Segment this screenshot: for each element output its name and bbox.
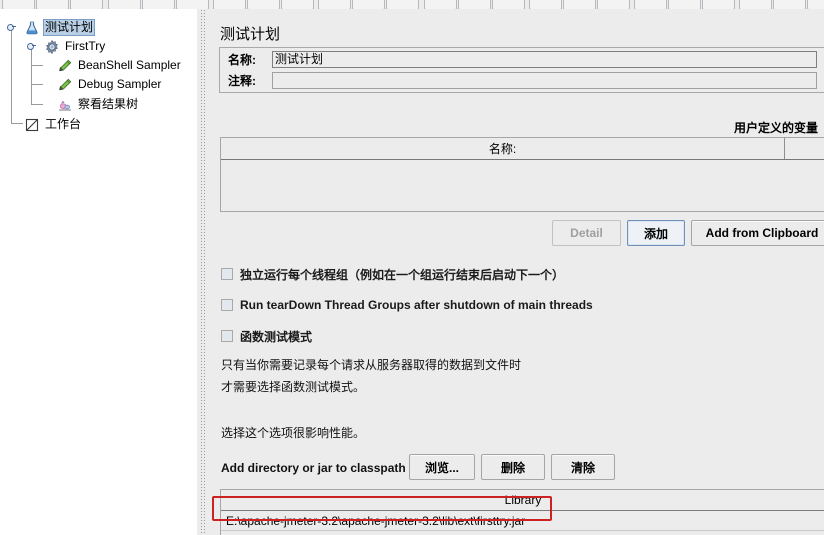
add-from-clipboard-button[interactable]: Add from Clipboard: [691, 220, 824, 246]
browse-button[interactable]: 浏览...: [409, 454, 475, 480]
checkbox-box[interactable]: [221, 268, 233, 280]
library-column-header[interactable]: Library: [221, 490, 824, 511]
tree-node-label: 工作台: [45, 117, 82, 131]
table-header-value[interactable]: [785, 138, 824, 159]
checkbox-label: Run tearDown Thread Groups after shutdow…: [240, 298, 593, 312]
add-button[interactable]: 添加: [627, 220, 685, 246]
tree-node-test-plan[interactable]: 测试计划: [24, 18, 96, 37]
tree-node-label: 测试计划: [43, 19, 96, 36]
help-line-4: 选择这个选项很影响性能。: [221, 426, 366, 440]
sampler-icon: [57, 77, 73, 93]
name-label: 名称:: [228, 53, 256, 67]
tree-node-label: 察看结果树: [78, 97, 139, 111]
tree-node-workbench[interactable]: 工作台: [24, 115, 83, 134]
comment-row: 注释:: [220, 70, 822, 91]
tree-node-label: FirstTry: [65, 39, 106, 53]
library-row[interactable]: E:\apache-jmeter-3.2\apache-jmeter-3.2\l…: [221, 511, 824, 531]
tree-connector: [11, 25, 12, 123]
sampler-icon: [57, 58, 73, 74]
detail-button[interactable]: Detail: [552, 220, 621, 246]
test-plan-icon: [24, 20, 40, 36]
name-input[interactable]: [272, 51, 817, 68]
comment-label: 注释:: [228, 74, 256, 88]
jmeter-window: 测试计划 FirstTry BeanShell Sampler Debug Sa…: [0, 0, 824, 535]
comment-input[interactable]: [272, 72, 817, 89]
tree-expand-handle-root[interactable]: [7, 22, 16, 31]
checkbox-functional-test-mode[interactable]: 函数测试模式: [221, 328, 312, 344]
test-plan-config-panel: 测试计划 名称: 注释: 用户定义的变量 名称: Detail 添加 Add f…: [209, 9, 824, 535]
test-plan-tree[interactable]: 测试计划 FirstTry BeanShell Sampler Debug Sa…: [0, 9, 196, 535]
panel-splitter[interactable]: [196, 9, 210, 535]
name-row: 名称:: [220, 49, 822, 70]
checkbox-run-teardown-groups[interactable]: Run tearDown Thread Groups after shutdow…: [221, 297, 593, 313]
user-defined-variables-heading: 用户定义的变量: [733, 121, 818, 135]
checkbox-label: 函数测试模式: [240, 329, 313, 344]
checkbox-box[interactable]: [221, 330, 233, 342]
user-defined-variables-table[interactable]: 名称:: [220, 137, 824, 212]
classpath-library-table[interactable]: Library E:\apache-jmeter-3.2\apache-jmet…: [220, 489, 824, 535]
table-header-row: 名称:: [221, 138, 824, 160]
help-line-1: 只有当你需要记录每个请求从服务器取得的数据到文件时: [221, 358, 522, 372]
tree-connector: [11, 123, 23, 124]
delete-button[interactable]: 删除: [481, 454, 545, 480]
table-body[interactable]: [221, 160, 824, 211]
tree-node-label: Debug Sampler: [78, 77, 162, 91]
tree-connector: [31, 104, 43, 105]
clear-button[interactable]: 清除: [551, 454, 615, 480]
name-comment-group: 名称: 注释:: [219, 47, 824, 93]
tree-node-beanshell-sampler[interactable]: BeanShell Sampler: [57, 56, 183, 75]
workbench-icon: [24, 117, 40, 133]
checkbox-label: 独立运行每个线程组（例如在一个组运行结束后启动下一个）: [240, 267, 565, 282]
tree-node-firsttry[interactable]: FirstTry: [44, 37, 107, 56]
tree-connector: [31, 65, 43, 66]
classpath-label: Add directory or jar to classpath: [221, 461, 406, 475]
view-results-icon: [57, 97, 73, 113]
library-empty-row[interactable]: [221, 531, 824, 535]
table-header-name[interactable]: 名称:: [221, 138, 785, 159]
thread-group-icon: [44, 39, 60, 55]
page-title: 测试计划: [220, 25, 281, 43]
help-line-2: 才需要选择函数测试模式。: [221, 380, 366, 394]
tree-connector: [31, 43, 32, 105]
tree-node-label: BeanShell Sampler: [78, 58, 181, 72]
tree-expand-handle-firsttry[interactable]: [27, 41, 36, 50]
splitter-grip[interactable]: [200, 9, 205, 535]
checkbox-run-groups-independently[interactable]: 独立运行每个线程组（例如在一个组运行结束后启动下一个）: [221, 266, 564, 282]
tree-node-view-results-tree[interactable]: 察看结果树: [57, 95, 140, 114]
tree-node-debug-sampler[interactable]: Debug Sampler: [57, 75, 163, 94]
checkbox-box[interactable]: [221, 299, 233, 311]
tree-connector: [31, 84, 43, 85]
